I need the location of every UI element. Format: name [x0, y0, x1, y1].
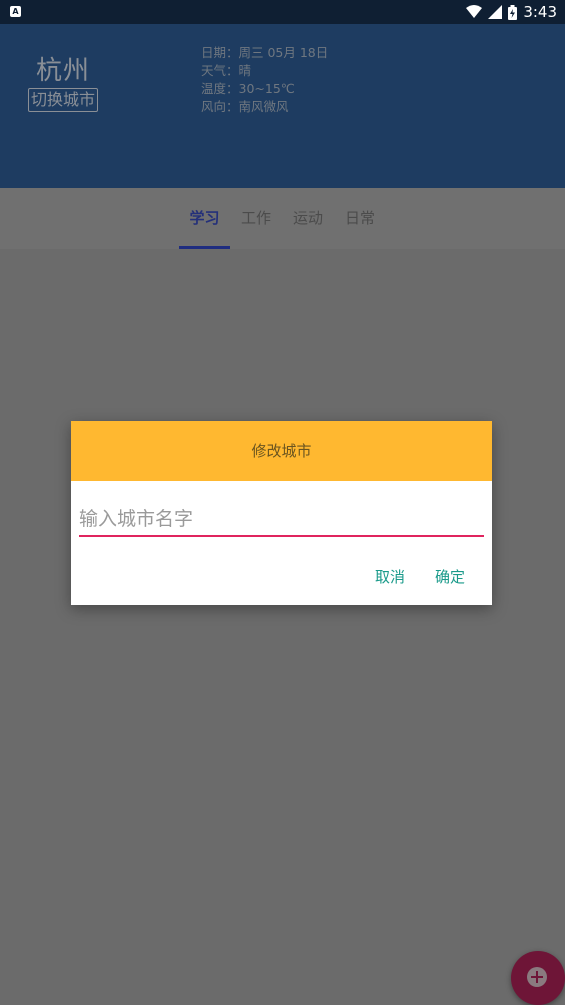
tab-bar: 学习 工作 运动 日常	[0, 188, 565, 249]
tab-work[interactable]: 工作	[236, 188, 276, 249]
tab-indicator	[179, 246, 230, 249]
city-name-input[interactable]	[79, 503, 484, 537]
app-notification-icon: A	[10, 6, 21, 17]
tab-sport[interactable]: 运动	[288, 188, 328, 249]
dialog-title: 修改城市	[251, 442, 312, 460]
change-city-dialog: 修改城市 取消 确定	[71, 421, 492, 605]
add-circle-icon	[527, 967, 547, 987]
tab-daily[interactable]: 日常	[340, 188, 380, 249]
confirm-button[interactable]: 确定	[429, 561, 471, 593]
battery-icon	[508, 4, 518, 20]
switch-city-button[interactable]: 切换城市	[28, 88, 99, 112]
wifi-icon	[466, 5, 483, 18]
weather-temperature: 温度：30~15℃	[201, 81, 295, 96]
cancel-button[interactable]: 取消	[369, 561, 411, 593]
status-time: 3:43	[523, 3, 557, 21]
tab-study[interactable]: 学习	[179, 188, 230, 249]
signal-icon	[488, 5, 503, 19]
weather-date: 日期：周三 05月 18日	[201, 45, 329, 60]
status-right: 3:43	[466, 0, 557, 24]
dialog-header: 修改城市	[71, 421, 492, 481]
status-bar: A 3:43	[0, 0, 565, 24]
weather-wind: 风向：南风微风	[201, 99, 289, 114]
weather-header: 杭州 切换城市 日期：周三 05月 18日 天气：晴 温度：30~15℃ 风向：…	[0, 24, 565, 188]
city-name: 杭州	[36, 56, 91, 86]
weather-condition: 天气：晴	[201, 63, 252, 78]
weather-info: 日期：周三 05月 18日 天气：晴 温度：30~15℃ 风向：南风微风	[201, 44, 328, 116]
add-fab-button[interactable]	[511, 951, 565, 1005]
